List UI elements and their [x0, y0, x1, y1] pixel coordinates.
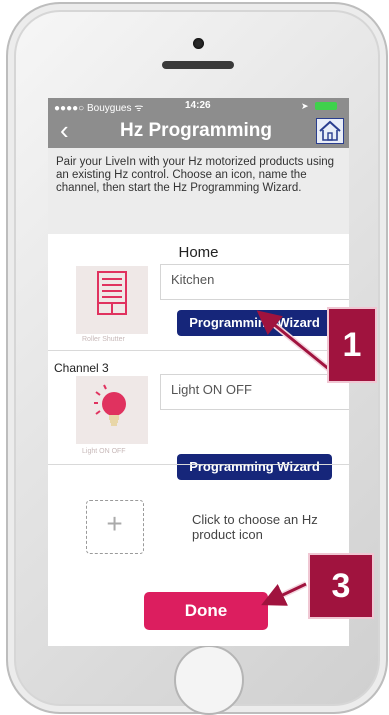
annotation-marker-3: 3	[308, 553, 374, 619]
annotation-marker-1: 1	[327, 307, 377, 383]
